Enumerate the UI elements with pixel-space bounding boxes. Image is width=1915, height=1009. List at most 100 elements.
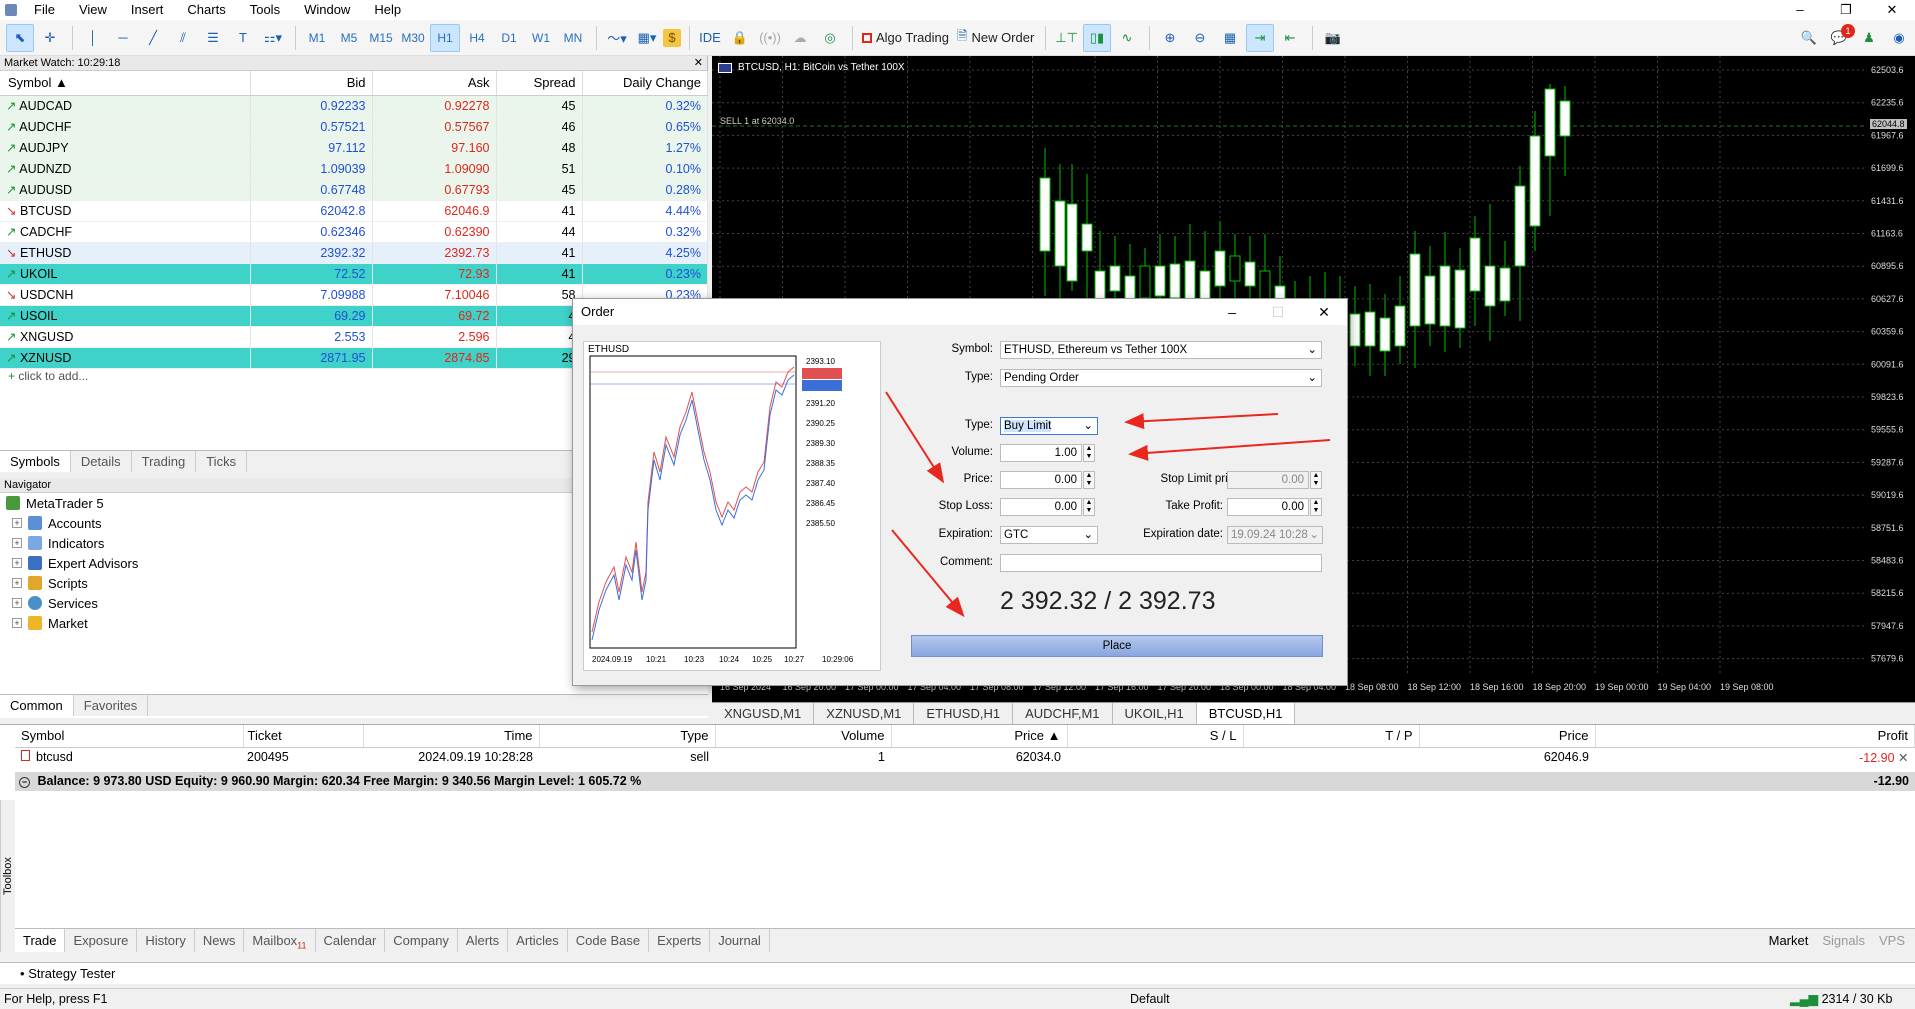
- toolbox-tab[interactable]: Exposure: [65, 929, 138, 952]
- toolbox-tab[interactable]: News: [195, 929, 245, 952]
- col-ask[interactable]: Ask: [372, 71, 497, 96]
- restore-icon[interactable]: ❐: [1823, 0, 1869, 20]
- pending-type-select[interactable]: Buy Limit ⌄: [1000, 417, 1098, 435]
- order-type-select[interactable]: Pending Order ⌄: [1000, 369, 1322, 387]
- globe-icon[interactable]: ◎: [816, 24, 844, 52]
- indicators-icon[interactable]: 〜▾: [603, 24, 631, 52]
- toolbox-tab[interactable]: Calendar: [316, 929, 386, 952]
- toolbox-tab[interactable]: Articles: [508, 929, 568, 952]
- volume-stepper[interactable]: ▲ ▼: [1083, 444, 1095, 462]
- chart-tab[interactable]: ETHUSD,H1: [914, 703, 1014, 724]
- notifications-icon[interactable]: 💬 1: [1825, 23, 1855, 52]
- expiration-select[interactable]: GTC ⌄: [1000, 526, 1098, 544]
- close-icon[interactable]: ✕: [1301, 299, 1347, 325]
- autoscroll-icon[interactable]: ⇥: [1245, 23, 1274, 52]
- tf-m5[interactable]: M5: [334, 24, 364, 52]
- tf-h1[interactable]: H1: [430, 23, 460, 52]
- maximize-icon[interactable]: ☐: [1255, 299, 1301, 325]
- new-order-button[interactable]: 🗎 New Order: [954, 24, 1037, 52]
- channel-icon[interactable]: ⫽: [169, 24, 197, 52]
- algo-trading-button[interactable]: Algo Trading: [859, 24, 952, 52]
- dollar-icon[interactable]: $: [663, 28, 681, 47]
- tab-details[interactable]: Details: [71, 451, 132, 472]
- tf-m30[interactable]: M30: [398, 24, 428, 52]
- ide-button[interactable]: IDE: [696, 24, 724, 52]
- col-ticket[interactable]: Ticket: [243, 725, 364, 748]
- price-input[interactable]: 0.00: [1000, 471, 1082, 489]
- symbol-row[interactable]: ↗ AUDCHF 0.57521 0.57567 46 0.65%: [0, 116, 708, 138]
- symbol-row[interactable]: ↗ AUDNZD 1.09039 1.09090 51 0.10%: [0, 158, 708, 180]
- tf-mn[interactable]: MN: [558, 24, 588, 52]
- screenshot-icon[interactable]: 📷: [1319, 24, 1347, 52]
- tf-m1[interactable]: M1: [302, 24, 332, 52]
- text-icon[interactable]: T: [229, 24, 257, 52]
- toolbox-tab[interactable]: Trade: [15, 929, 66, 952]
- menu-window[interactable]: Window: [292, 0, 362, 20]
- col-spread[interactable]: Spread: [496, 71, 583, 96]
- tab-favorites[interactable]: Favorites: [74, 695, 149, 716]
- toolbox-tab[interactable]: Experts: [649, 929, 711, 952]
- candles-icon[interactable]: ▯▮: [1082, 23, 1111, 52]
- tab-common[interactable]: Common: [0, 695, 74, 716]
- symbol-row[interactable]: ↘ ETHUSD 2392.32 2392.73 41 4.25%: [0, 242, 708, 264]
- account-icon[interactable]: ♟: [1855, 24, 1883, 52]
- menu-tools[interactable]: Tools: [238, 0, 292, 20]
- symbol-row[interactable]: ↗ AUDJPY 97.112 97.160 48 1.27%: [0, 137, 708, 159]
- price-stepper[interactable]: ▲ ▼: [1083, 471, 1095, 489]
- stop-loss-input[interactable]: 0.00: [1000, 498, 1082, 516]
- collapse-icon[interactable]: −: [19, 777, 30, 788]
- menu-insert[interactable]: Insert: [119, 0, 176, 20]
- toolbox-tab[interactable]: History: [137, 929, 195, 952]
- toolbox-link-vps[interactable]: VPS: [1879, 929, 1905, 952]
- cloud-icon[interactable]: ☁: [786, 24, 814, 52]
- chart-tab[interactable]: AUDCHF,M1: [1013, 703, 1113, 724]
- col-current-price[interactable]: Price: [1419, 725, 1596, 748]
- volume-input[interactable]: 1.00: [1000, 444, 1082, 462]
- take-profit-input[interactable]: 0.00: [1227, 498, 1309, 516]
- col-sl[interactable]: S / L: [1067, 725, 1244, 748]
- grid-icon[interactable]: ▦: [1216, 24, 1244, 52]
- close-position-icon[interactable]: ✕: [1898, 751, 1908, 765]
- profile-icon[interactable]: ◉: [1885, 24, 1913, 52]
- toolbox-link-signals[interactable]: Signals: [1822, 929, 1865, 952]
- cursor-icon[interactable]: ⬉: [6, 23, 34, 52]
- tf-w1[interactable]: W1: [526, 24, 556, 52]
- toolbox-tab[interactable]: Code Base: [568, 929, 650, 952]
- horizontal-line-icon[interactable]: ─: [109, 24, 137, 52]
- zoom-out-icon[interactable]: ⊖: [1186, 24, 1214, 52]
- chart-tab[interactable]: XNGUSD,M1: [712, 703, 815, 724]
- strategy-tester-bar[interactable]: • Strategy Tester: [0, 962, 1915, 984]
- toolbox-tab[interactable]: Mailbox11: [244, 929, 316, 952]
- vertical-line-icon[interactable]: │: [79, 24, 107, 52]
- tf-m15[interactable]: M15: [366, 24, 396, 52]
- col-profit[interactable]: Profit: [1595, 725, 1915, 748]
- symbol-row[interactable]: ↗ AUDCAD 0.92233 0.92278 45 0.32%: [0, 95, 708, 117]
- chart-tab[interactable]: XZNUSD,M1: [814, 703, 915, 724]
- menu-charts[interactable]: Charts: [175, 0, 237, 20]
- lock-icon[interactable]: 🔒: [726, 24, 754, 52]
- tab-symbols[interactable]: Symbols: [0, 451, 71, 472]
- col-trade-symbol[interactable]: Symbol: [15, 725, 244, 748]
- stop-limit-stepper[interactable]: ▲ ▼: [1310, 471, 1322, 489]
- tab-trading[interactable]: Trading: [132, 451, 197, 472]
- search-icon[interactable]: 🔍: [1795, 24, 1823, 52]
- symbol-select[interactable]: ETHUSD, Ethereum vs Tether 100X ⌄: [1000, 341, 1322, 359]
- chart-type-icon[interactable]: ▦▾: [633, 24, 661, 52]
- line-chart-icon[interactable]: ∿: [1113, 24, 1141, 52]
- trendline-icon[interactable]: ╱: [139, 24, 167, 52]
- menu-help[interactable]: Help: [362, 0, 413, 20]
- expiration-date-input[interactable]: 19.09.24 10:28 ⌄: [1227, 526, 1323, 544]
- signal-icon[interactable]: ((•)): [756, 24, 784, 52]
- bar-chart-icon[interactable]: ⊥⊤: [1052, 24, 1081, 52]
- col-type[interactable]: Type: [539, 725, 716, 748]
- close-icon[interactable]: ✕: [1869, 0, 1915, 20]
- minimize-icon[interactable]: –: [1777, 0, 1823, 20]
- col-price[interactable]: Price ▲: [891, 725, 1068, 748]
- menu-file[interactable]: File: [22, 0, 67, 20]
- col-tp[interactable]: T / P: [1243, 725, 1420, 748]
- stop-limit-input[interactable]: 0.00: [1227, 471, 1309, 489]
- chart-tab[interactable]: UKOIL,H1: [1113, 703, 1197, 724]
- toolbox-link-market[interactable]: Market: [1769, 929, 1809, 952]
- fibonacci-icon[interactable]: ☰: [199, 24, 227, 52]
- take-profit-stepper[interactable]: ▲ ▼: [1310, 498, 1322, 516]
